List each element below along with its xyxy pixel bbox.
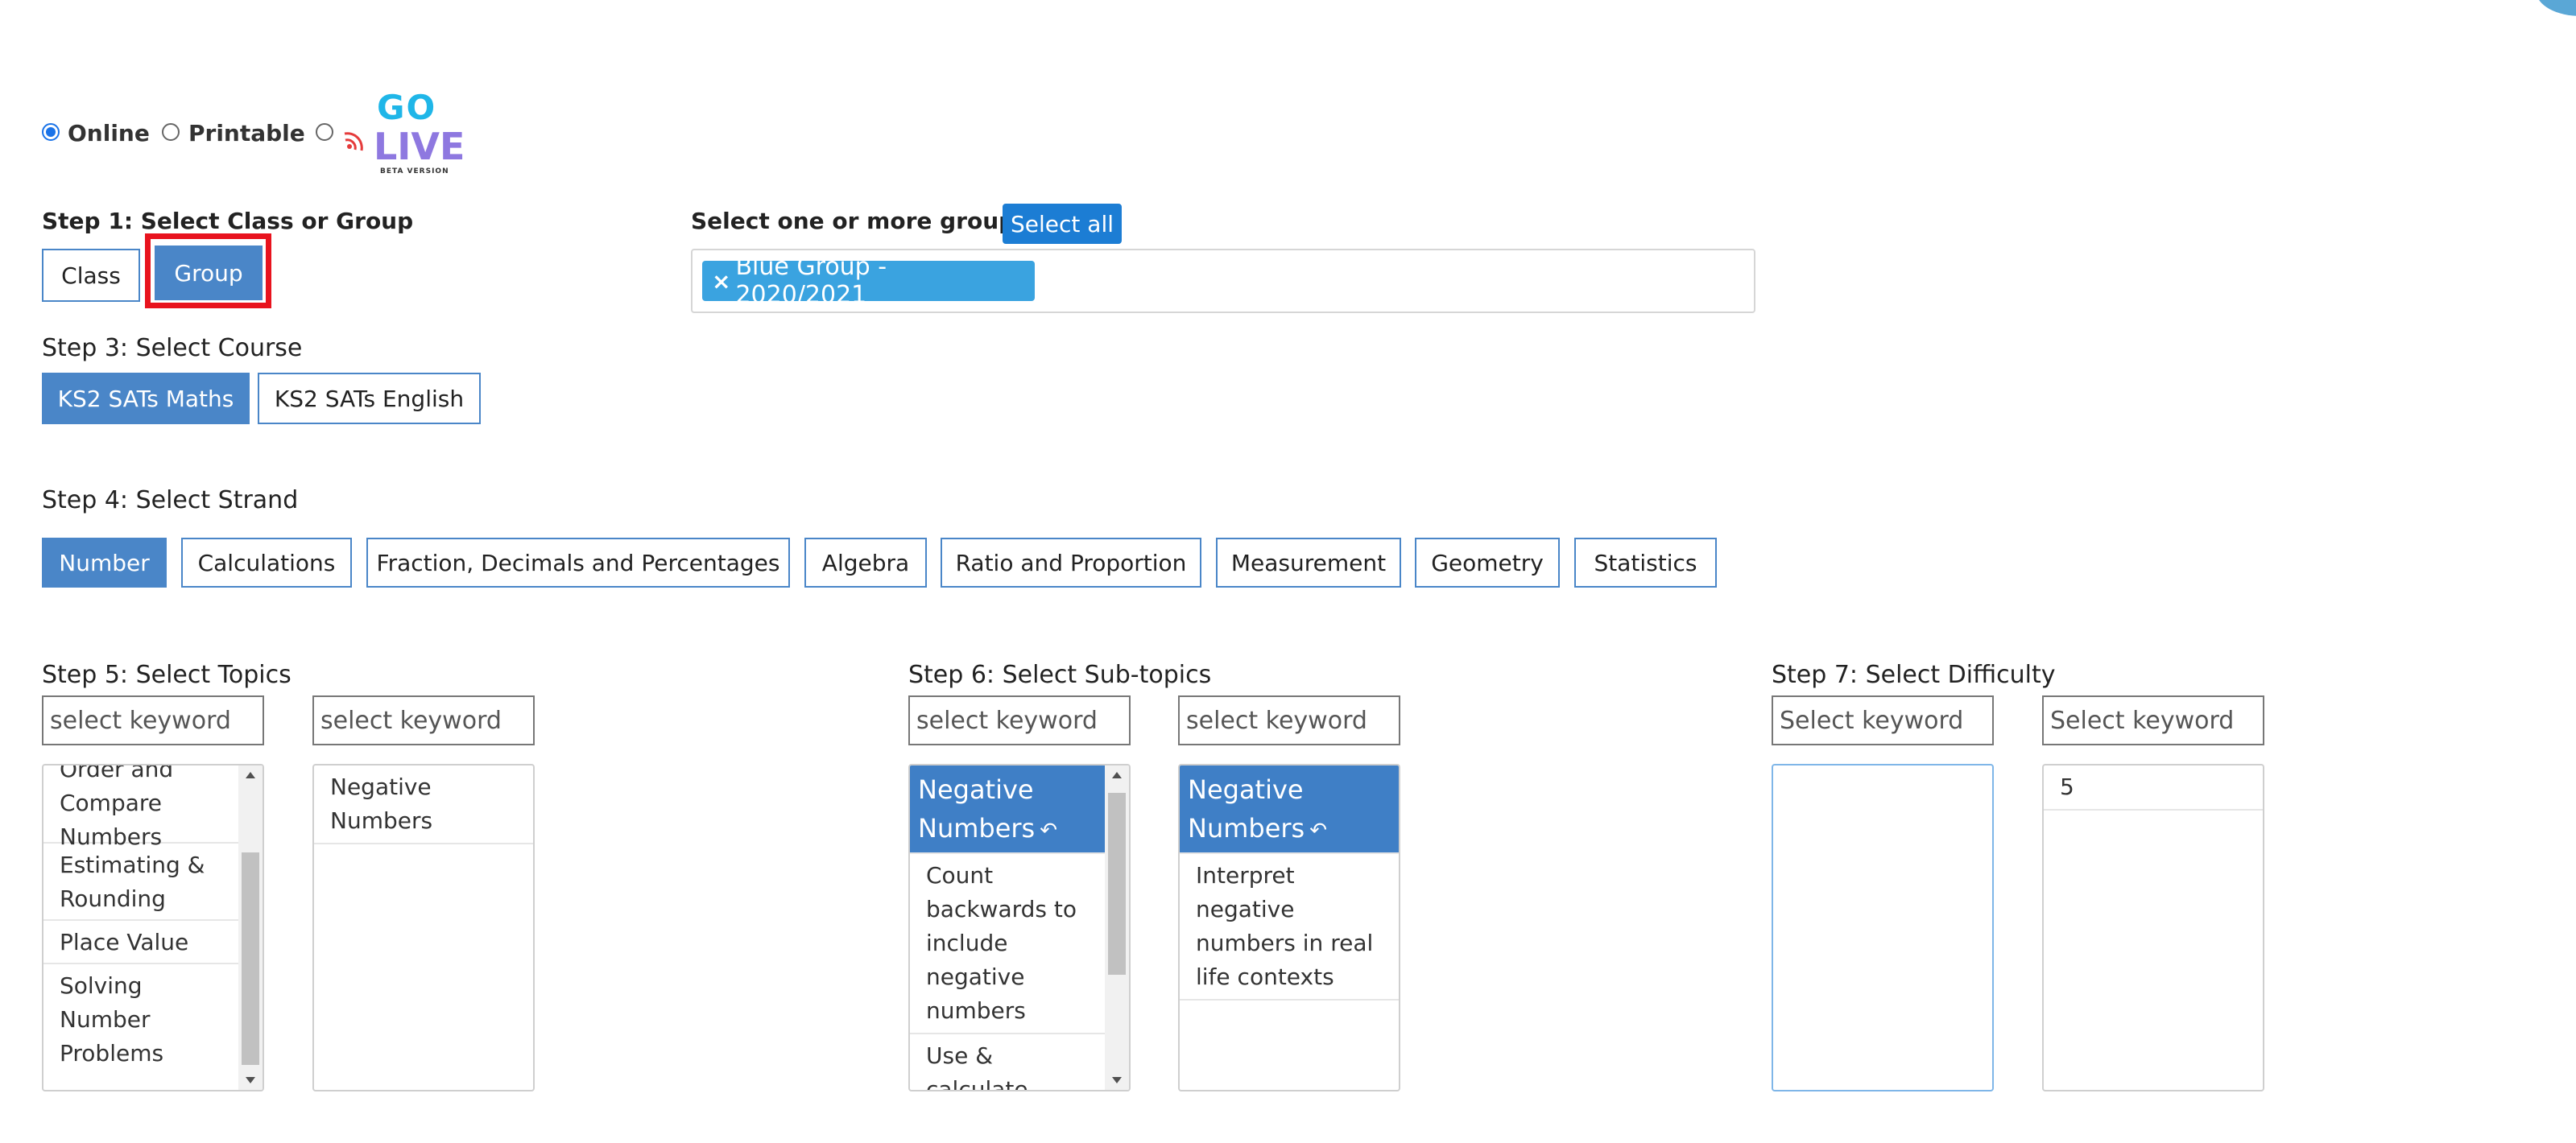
scroll-up-icon[interactable] [1112, 772, 1122, 778]
scroll-thumb[interactable] [1108, 793, 1126, 975]
undo-icon: ↶ [1040, 819, 1058, 843]
groups-label: Select one or more groups [691, 208, 1028, 234]
step5-label: Step 5: Select Topics [42, 661, 292, 689]
topic-item[interactable]: Solving Number Problems [43, 964, 238, 1075]
topic-item[interactable]: Place Value [43, 921, 238, 964]
difficulty-listbox[interactable] [1772, 764, 1994, 1091]
selected-subtopic-group-header[interactable]: Negative Numbers ↶ [1180, 765, 1399, 854]
strand-fractions-button[interactable]: Fraction, Decimals and Percentages [366, 538, 790, 588]
topics-listbox[interactable]: Order and Compare Numbers Estimating & R… [42, 764, 264, 1091]
subtopics-listbox[interactable]: Negative Numbers ↶ Count backwards to inc… [908, 764, 1131, 1091]
scroll-thumb[interactable] [242, 852, 259, 1065]
select-all-button[interactable]: Select all [1003, 204, 1122, 244]
selected-topic-item[interactable]: Negative Numbers [314, 765, 533, 844]
subtopics-scrollbar[interactable] [1105, 765, 1129, 1090]
selected-topics-search-input[interactable] [312, 695, 535, 745]
topics-scrollbar[interactable] [238, 765, 263, 1090]
golive-radio[interactable] [316, 123, 333, 141]
step1-label: Step 1: Select Class or Group [42, 208, 414, 234]
selected-subtopic-item[interactable]: Interpret negative numbers in real life … [1180, 854, 1399, 1001]
remove-chip-icon[interactable]: × [712, 268, 730, 295]
course-english-button[interactable]: KS2 SATs English [258, 373, 481, 424]
scroll-up-icon[interactable] [246, 772, 255, 778]
selected-topics-listbox[interactable]: Negative Numbers [312, 764, 535, 1091]
subtopic-item[interactable]: Use & calculate [910, 1034, 1105, 1090]
logo-live-text: LIVE [374, 125, 465, 168]
topic-item[interactable]: Estimating & Rounding [43, 844, 238, 921]
group-multiselect[interactable]: × Blue Group - 2020/2021 [691, 249, 1755, 313]
topics-search-input[interactable] [42, 695, 264, 745]
undo-icon: ↶ [1309, 819, 1328, 843]
topic-item[interactable]: Order and Compare Numbers [43, 765, 238, 850]
step7-label: Step 7: Select Difficulty [1772, 661, 2056, 689]
logo-go-text: GO [377, 88, 437, 127]
selected-difficulty-listbox[interactable]: 5 [2042, 764, 2264, 1091]
step6-label: Step 6: Select Sub-topics [908, 661, 1212, 689]
strand-measurement-button[interactable]: Measurement [1216, 538, 1401, 588]
difficulty-search-input[interactable] [1772, 695, 1994, 745]
printable-radio[interactable] [162, 123, 180, 141]
logo-beta-text: BETA VERSION [380, 167, 449, 175]
strand-number-button[interactable]: Number [42, 538, 167, 588]
group-chip-label: Blue Group - 2020/2021 [735, 253, 887, 309]
strand-ratio-button[interactable]: Ratio and Proportion [941, 538, 1201, 588]
corner-decoration [2537, 0, 2576, 16]
subtopics-search-input[interactable] [908, 695, 1131, 745]
scroll-down-icon[interactable] [246, 1077, 255, 1083]
online-label: Online [68, 120, 150, 146]
subtopic-item[interactable]: Count backwards to include negative numb… [910, 854, 1105, 1034]
online-radio[interactable] [42, 123, 60, 141]
difficulty-item[interactable]: 5 [2044, 765, 2263, 811]
broadcast-icon [344, 132, 363, 151]
step3-label: Step 3: Select Course [42, 334, 303, 362]
strand-geometry-button[interactable]: Geometry [1415, 538, 1560, 588]
scroll-down-icon[interactable] [1112, 1077, 1122, 1083]
selected-difficulty-search-input[interactable] [2042, 695, 2264, 745]
selected-subtopic-group-label: Negative Numbers [1188, 774, 1305, 844]
selected-subtopics-listbox[interactable]: Negative Numbers ↶ Interpret negative num… [1178, 764, 1400, 1091]
group-chip[interactable]: × Blue Group - 2020/2021 [702, 253, 1035, 309]
printable-label: Printable [188, 120, 305, 146]
strand-algebra-button[interactable]: Algebra [804, 538, 927, 588]
step4-label: Step 4: Select Strand [42, 486, 299, 514]
subtopic-group-label: Negative Numbers [918, 774, 1036, 844]
strand-statistics-button[interactable]: Statistics [1574, 538, 1717, 588]
selected-subtopics-search-input[interactable] [1178, 695, 1400, 745]
strand-calculations-button[interactable]: Calculations [181, 538, 352, 588]
go-live-logo: GO LIVE BETA VERSION [341, 88, 465, 179]
course-maths-button[interactable]: KS2 SATs Maths [42, 373, 250, 424]
subtopic-group-header[interactable]: Negative Numbers ↶ [910, 765, 1105, 854]
group-button[interactable]: Group [155, 246, 263, 300]
class-button[interactable]: Class [42, 249, 140, 302]
